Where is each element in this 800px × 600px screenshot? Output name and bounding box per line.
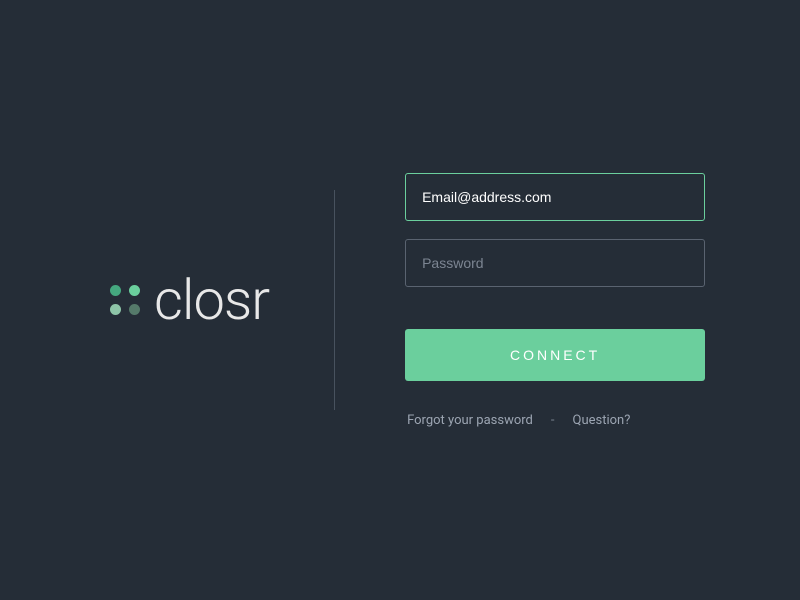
brand-logo: closr <box>110 267 269 333</box>
dot-icon <box>110 285 121 296</box>
login-form: CONNECT Forgot your password - Question? <box>405 173 705 428</box>
vertical-divider <box>334 190 335 410</box>
connect-button[interactable]: CONNECT <box>405 329 705 381</box>
question-link[interactable]: Question? <box>573 413 631 428</box>
dot-icon <box>110 304 121 315</box>
help-links: Forgot your password - Question? <box>405 413 705 428</box>
brand-name: closr <box>154 267 269 333</box>
logo-dots-icon <box>110 285 140 315</box>
dot-icon <box>129 304 140 315</box>
link-separator: - <box>551 413 555 428</box>
dot-icon <box>129 285 140 296</box>
login-container: closr CONNECT Forgot your password - Que… <box>0 173 800 428</box>
forgot-password-link[interactable]: Forgot your password <box>407 413 533 428</box>
email-input[interactable] <box>405 173 705 221</box>
password-input[interactable] <box>405 239 705 287</box>
